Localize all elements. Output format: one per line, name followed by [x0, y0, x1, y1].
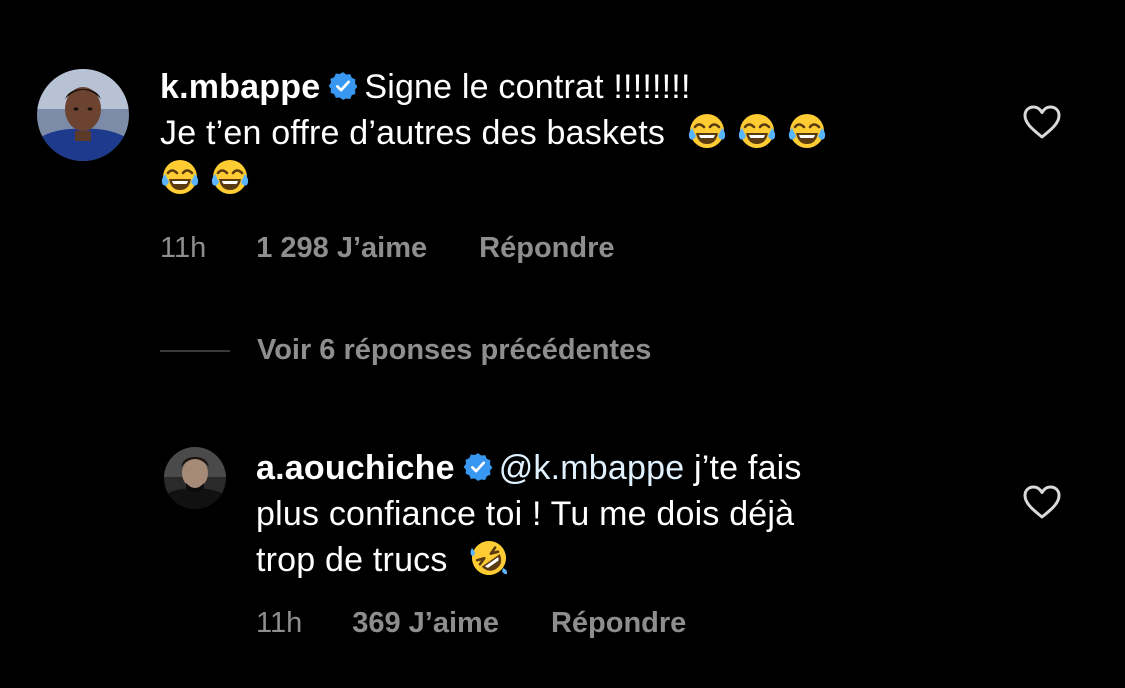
comment-text-line-3: trop de trucs: [256, 541, 448, 579]
reply-button[interactable]: Répondre: [479, 232, 614, 265]
tears-of-joy-emoji-icon: [160, 157, 200, 197]
tears-of-joy-emoji-icon: [687, 111, 727, 151]
comment-text: k.mbappe Signe le contrat !!!!!!!! Je t’e…: [160, 64, 980, 202]
reply-button[interactable]: Répondre: [551, 607, 686, 640]
comment-time: 11h: [256, 607, 303, 639]
divider-line: [160, 349, 230, 352]
heart-outline-icon[interactable]: [1022, 104, 1062, 140]
comment-likes[interactable]: 1 298 J’aime: [256, 232, 427, 265]
comment-username[interactable]: a.aouchiche: [256, 449, 455, 487]
comment-text-line-1: Signe le contrat !!!!!!!!: [364, 68, 691, 106]
reply-text: a.aouchiche @k.mbappe j’te fais plus conf…: [256, 445, 976, 583]
verified-badge-icon: [463, 452, 493, 482]
tears-of-joy-emoji-icon: [210, 157, 250, 197]
rolling-on-floor-laughing-emoji-icon: [469, 538, 509, 578]
comment-text-line-2: plus confiance toi ! Tu me dois déjà: [256, 495, 795, 533]
comment-time: 11h: [160, 232, 207, 264]
avatar[interactable]: [37, 69, 129, 161]
avatar[interactable]: [164, 447, 226, 509]
mention-link[interactable]: @k.mbappe: [499, 449, 685, 487]
tears-of-joy-emoji-icon: [787, 111, 827, 151]
verified-badge-icon: [328, 71, 358, 101]
tears-of-joy-emoji-icon: [737, 111, 777, 151]
view-replies-button[interactable]: Voir 6 réponses précédentes: [160, 334, 651, 367]
comment-text-line-1: j’te fais: [694, 449, 802, 487]
comment-meta: 11h 1 298 J’aime Répondre: [160, 232, 615, 265]
comment-username[interactable]: k.mbappe: [160, 68, 320, 106]
heart-outline-icon[interactable]: [1022, 484, 1062, 520]
comment-text-line-2: Je t’en offre d’autres des baskets: [160, 114, 666, 152]
comment-meta: 11h 369 J’aime Répondre: [256, 607, 686, 640]
comment-likes[interactable]: 369 J’aime: [352, 607, 499, 640]
view-replies-label: Voir 6 réponses précédentes: [257, 334, 652, 366]
